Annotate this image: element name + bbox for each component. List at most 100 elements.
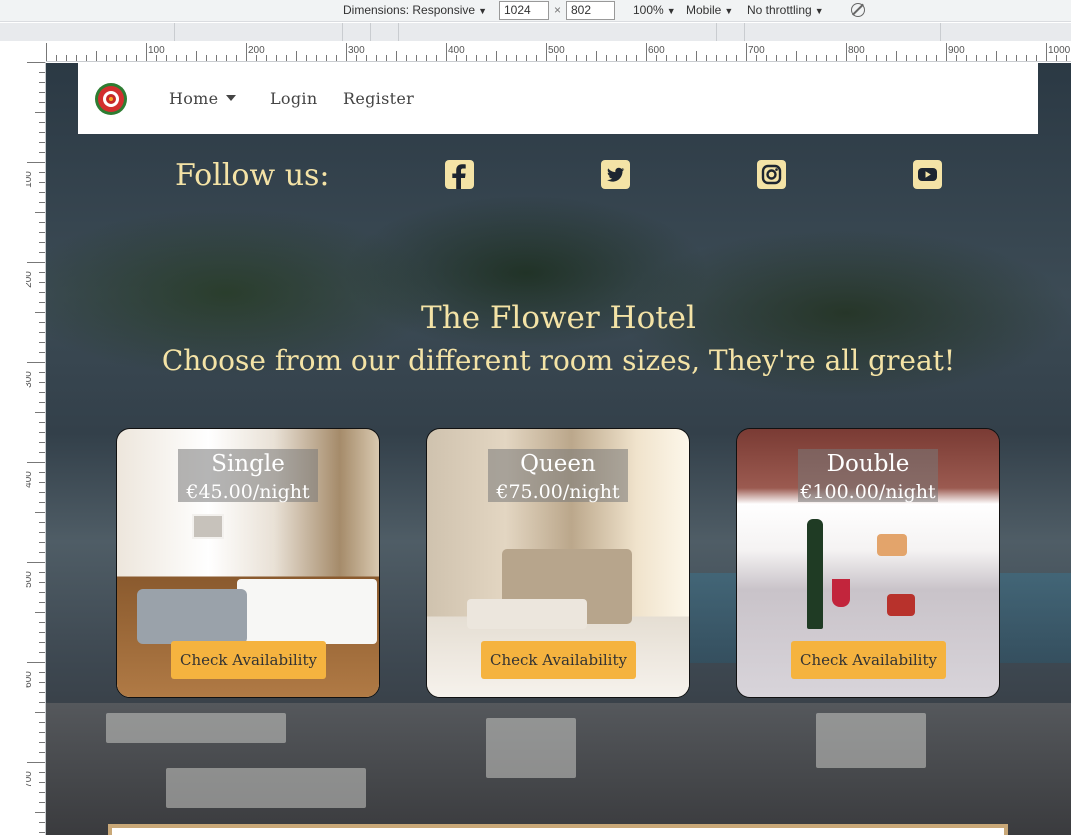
chevron-down-icon: ▼ [814, 6, 824, 16]
ruler-tick [39, 182, 45, 183]
check-availability-button[interactable]: Check Availability [791, 641, 946, 679]
throttling-dropdown[interactable]: No throttling ▼ [747, 3, 824, 17]
device-type-label: Mobile [686, 3, 722, 17]
ruler-label: 600 [26, 671, 34, 688]
ruler-tick [446, 43, 447, 61]
youtube-icon[interactable] [913, 160, 942, 189]
ruler-tick [926, 55, 927, 61]
ruler-tick [39, 302, 45, 303]
ruler-tick [39, 622, 45, 623]
ruler-tick [39, 602, 45, 603]
ruler-tick [576, 55, 577, 61]
device-type-dropdown[interactable]: Mobile ▼ [686, 3, 733, 17]
ruler-tick [27, 162, 45, 163]
ruler-tick [56, 55, 57, 61]
width-input[interactable]: 1024 [499, 1, 549, 20]
vertical-ruler: 100 200 300 400 500 600 700 [26, 62, 46, 835]
hero-subtitle: Choose from our different room sizes, Th… [161, 344, 956, 377]
ruler-tick [39, 742, 45, 743]
ruler-tick [686, 55, 687, 61]
mq-segment[interactable] [745, 23, 941, 41]
instagram-icon[interactable] [757, 160, 786, 189]
chair-shape [486, 718, 576, 778]
ruler-tick [106, 55, 107, 61]
facebook-icon[interactable] [445, 160, 474, 189]
ruler-tick [986, 55, 987, 61]
ruler-label: 500 [548, 45, 565, 56]
mq-segment[interactable] [343, 23, 371, 41]
ruler-tick [516, 55, 517, 61]
ruler-tick [246, 43, 247, 61]
ruler-tick [39, 392, 45, 393]
ruler-tick [39, 322, 45, 323]
nav-login-link[interactable]: Login [270, 89, 317, 108]
nav-home-dropdown[interactable]: Home [169, 89, 237, 108]
ruler-tick [426, 55, 427, 61]
ruler-tick [696, 51, 697, 61]
mq-segment[interactable] [371, 23, 399, 41]
ruler-tick [946, 43, 947, 61]
ruler-label: 300 [26, 371, 34, 388]
chair-shape [816, 713, 926, 768]
dimensions-label: Dimensions: Responsive [343, 3, 476, 17]
ruler-label: 900 [948, 45, 965, 56]
ruler-tick [736, 55, 737, 61]
ruler-tick [39, 702, 45, 703]
check-availability-button[interactable]: Check Availability [171, 641, 326, 679]
times-sign: × [554, 3, 562, 17]
zoom-label: 100% [633, 3, 664, 17]
ruler-tick [666, 55, 667, 61]
ruler-tick [316, 55, 317, 61]
mq-segment[interactable] [0, 23, 175, 41]
height-input[interactable]: 802 [566, 1, 615, 20]
ruler-tick [39, 692, 45, 693]
ruler-tick [86, 55, 87, 61]
dimensions-dropdown[interactable]: Dimensions: Responsive ▼ [343, 3, 487, 17]
media-query-bar[interactable] [0, 23, 1071, 41]
champagne-bottle-shape [807, 519, 823, 629]
ruler-tick [39, 402, 45, 403]
ruler-tick [39, 342, 45, 343]
ruler-tick [586, 55, 587, 61]
horizontal-ruler: 100 200 300 400 500 600 700 800 900 1000 [46, 42, 1071, 62]
room-name: Single [211, 451, 285, 477]
check-availability-button[interactable]: Check Availability [481, 641, 636, 679]
ruler-tick [1046, 43, 1047, 61]
ruler-tick [39, 792, 45, 793]
nav-register-link[interactable]: Register [343, 89, 414, 108]
ruler-tick [39, 452, 45, 453]
bench-shape [467, 599, 587, 629]
ruler-tick [406, 55, 407, 61]
zoom-dropdown[interactable]: 100% ▼ [633, 3, 676, 17]
mq-segment[interactable] [175, 23, 343, 41]
ruler-tick [366, 55, 367, 61]
mq-segment[interactable] [717, 23, 745, 41]
ruler-tick [616, 55, 617, 61]
ruler-tick [39, 422, 45, 423]
ruler-tick [936, 55, 937, 61]
ruler-tick [726, 55, 727, 61]
ruler-tick [39, 542, 45, 543]
ruler-tick [39, 482, 45, 483]
ruler-tick [35, 412, 45, 413]
ruler-tick [846, 43, 847, 61]
ruler-tick [386, 55, 387, 61]
chair-shape [106, 713, 286, 743]
twitter-icon[interactable] [601, 160, 630, 189]
mq-segment[interactable] [399, 23, 717, 41]
ruler-tick [236, 55, 237, 61]
ruler-tick [336, 55, 337, 61]
ruler-label: 100 [148, 45, 165, 56]
ruler-tick [27, 62, 45, 63]
ruler-tick [39, 822, 45, 823]
ruler-tick [39, 492, 45, 493]
ruler-tick [826, 55, 827, 61]
ruler-tick [39, 632, 45, 633]
rose-logo-icon[interactable] [94, 82, 128, 116]
ruler-tick [786, 55, 787, 61]
rotate-disabled-icon[interactable] [851, 3, 865, 17]
ruler-tick [766, 55, 767, 61]
ruler-tick [35, 512, 45, 513]
room-card-queen: Queen €75.00/night Check Availability [426, 428, 690, 698]
ruler-tick [96, 51, 97, 61]
